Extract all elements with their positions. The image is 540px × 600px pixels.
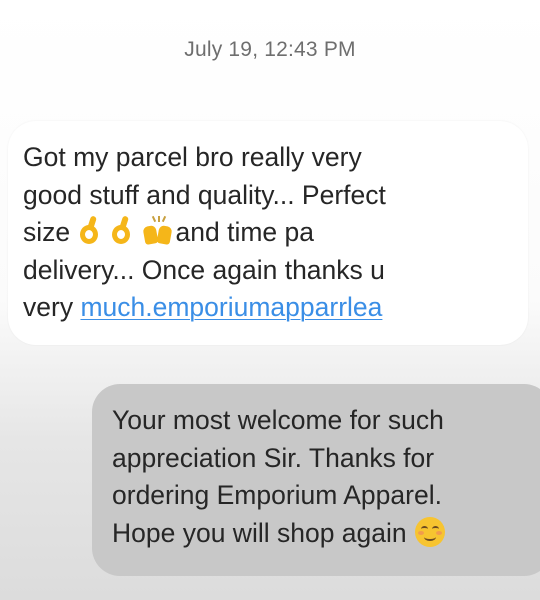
message-line-with-emoji: size and time pa xyxy=(23,214,512,252)
ok-hand-emoji-icon xyxy=(110,215,136,244)
smiling-face-emoji-icon xyxy=(414,516,445,547)
ok-hand-emoji-icon xyxy=(78,215,104,244)
message-line: good stuff and quality... Perfect xyxy=(23,179,386,210)
message-timestamp: July 19, 12:43 PM xyxy=(184,38,356,61)
message-text: Hope you will shop again xyxy=(112,517,407,548)
message-text: size xyxy=(23,217,71,247)
received-message-bubble[interactable]: Got my parcel bro really very good stuff… xyxy=(8,121,528,345)
message-line: Got my parcel bro really very xyxy=(23,142,362,172)
message-text: and time pa xyxy=(175,217,314,247)
message-line-with-link: very much.emporiumapparrlea xyxy=(23,289,512,327)
raised-hands-emoji-icon xyxy=(142,215,174,245)
message-line: Your most welcome for such xyxy=(112,405,444,435)
message-link[interactable]: much.emporiumapparrlea xyxy=(80,292,382,322)
sent-message-bubble[interactable]: Your most welcome for such appreciation … xyxy=(92,384,540,576)
message-line: delivery... Once again thanks u xyxy=(23,254,385,285)
message-line-with-emoji: Hope you will shop again xyxy=(112,515,540,553)
message-line: ordering Emporium Apparel. xyxy=(112,480,442,510)
message-text: very xyxy=(23,292,74,322)
message-line: appreciation Sir. Thanks for xyxy=(112,442,435,473)
